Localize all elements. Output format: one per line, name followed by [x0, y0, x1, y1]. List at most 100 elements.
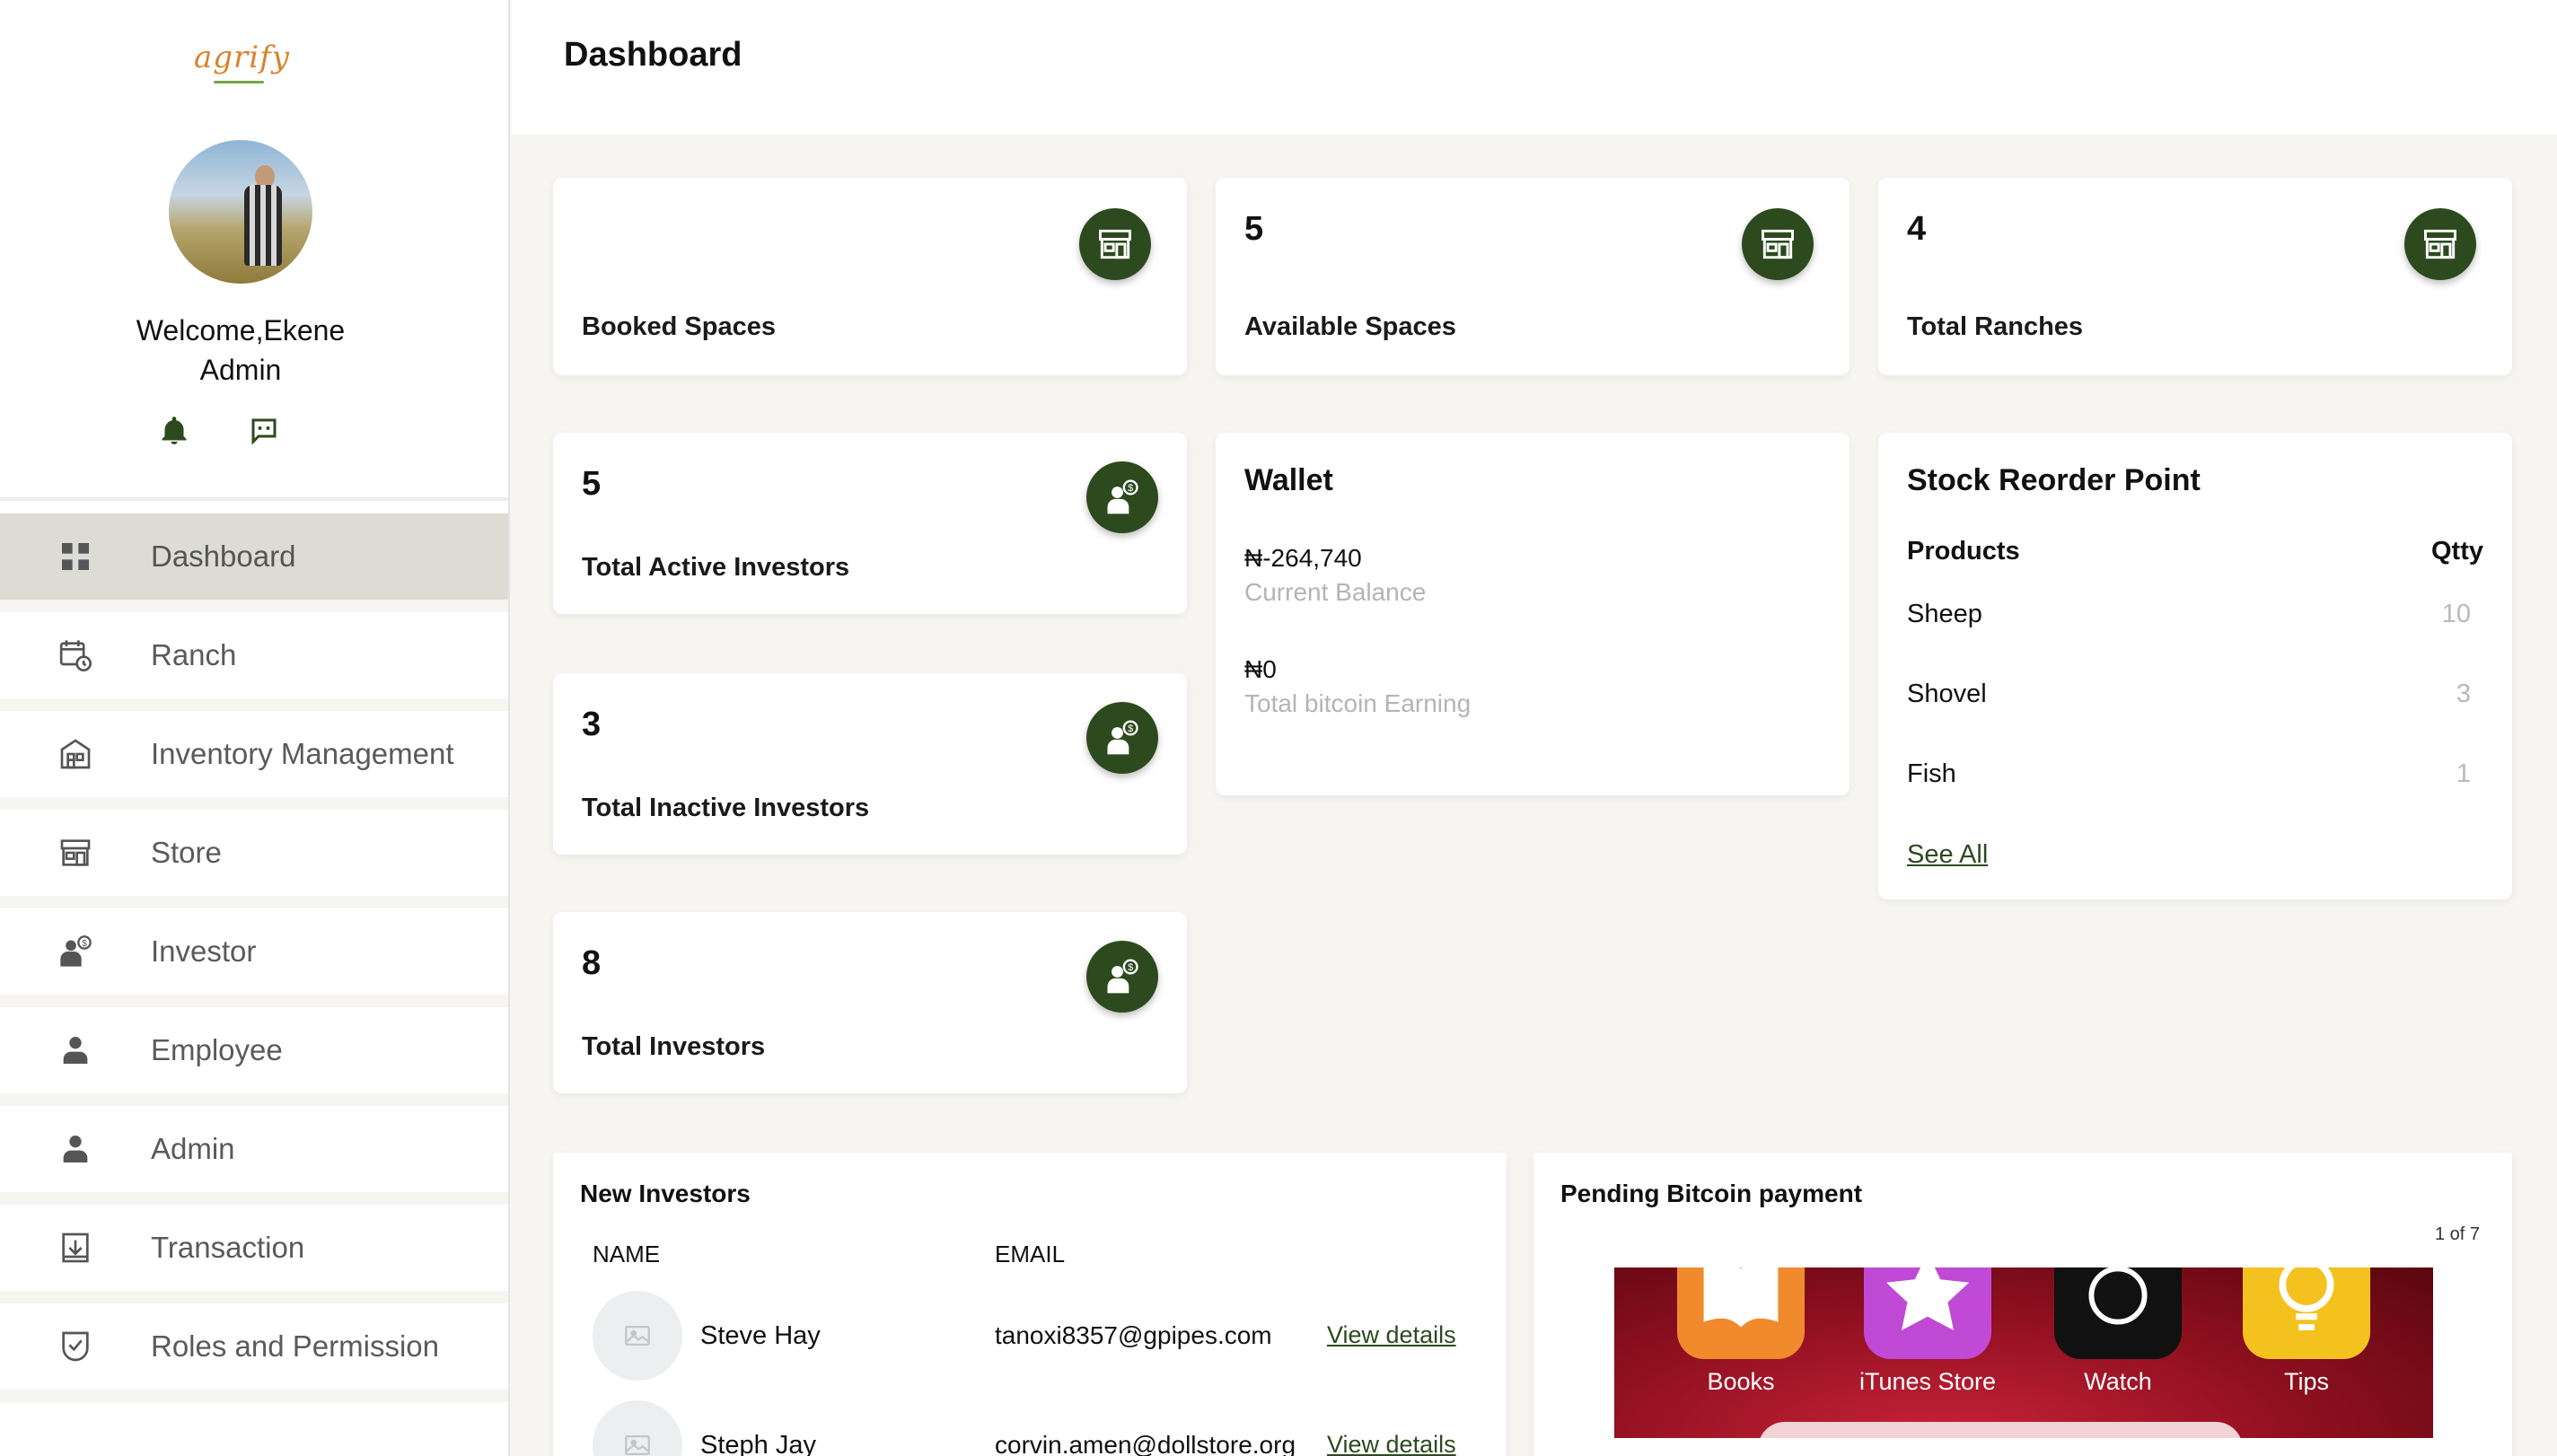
- sidebar: agrify Welcome,Ekene Admin Dashboard Ran…: [0, 0, 510, 1456]
- total-ranches-value: 4: [1907, 210, 1927, 248]
- booked-spaces-label: Booked Spaces: [582, 312, 776, 341]
- available-spaces-value: 5: [1244, 210, 1264, 248]
- sidebar-divider: [0, 497, 508, 501]
- stock-row: Shovel 3: [1907, 680, 2471, 709]
- quick-icons: [158, 415, 280, 447]
- investor-icon: $: [0, 934, 151, 969]
- sidebar-item-inventory-management[interactable]: Inventory Management: [0, 711, 508, 810]
- logo-underline: [214, 81, 264, 83]
- investor-email: tanoxi8357@gpipes.com: [995, 1321, 1272, 1349]
- stock-qty: 1: [2456, 759, 2471, 788]
- investor-icon: $: [1086, 941, 1158, 1013]
- svg-text:$: $: [1128, 962, 1133, 973]
- app-label: Tips: [2283, 1368, 2329, 1395]
- sidebar-item-label: Roles and Permission: [151, 1329, 439, 1363]
- welcome-role: Admin: [199, 354, 282, 386]
- see-all-link[interactable]: See All: [1907, 840, 1988, 870]
- person-icon: [0, 1032, 151, 1068]
- tips-app-icon: [2243, 1267, 2370, 1359]
- sidebar-item-transaction[interactable]: Transaction: [0, 1205, 508, 1303]
- inactive-investors-value: 3: [582, 706, 602, 743]
- wallet-bitcoin-label: Total bitcoin Earning: [1244, 689, 1472, 717]
- stock-product: Shovel: [1907, 680, 1987, 708]
- sidebar-item-label: Dashboard: [151, 539, 296, 573]
- investor-icon: $: [1086, 702, 1158, 774]
- investor-name: Steve Hay: [700, 1321, 821, 1350]
- app-label: Watch: [2084, 1368, 2152, 1395]
- store-icon: [2404, 208, 2476, 280]
- sidebar-item-ranch[interactable]: Ranch: [0, 612, 508, 711]
- sidebar-item-label: Transaction: [151, 1231, 305, 1264]
- active-investors-card[interactable]: 5 $ Total Active Investors: [553, 433, 1187, 614]
- wallet-bitcoin: ₦0: [1244, 655, 1277, 683]
- available-spaces-card[interactable]: 5 Available Spaces: [1216, 178, 1850, 375]
- stock-qty: 10: [2441, 600, 2471, 628]
- pending-bitcoin-title: Pending Bitcoin payment: [1560, 1180, 1863, 1207]
- col-name-header: NAME: [593, 1241, 661, 1267]
- svg-text:$: $: [1128, 724, 1133, 734]
- person-icon: [0, 1131, 151, 1167]
- sidebar-item-label: Store: [151, 836, 222, 869]
- welcome-greeting: Welcome,Ekene: [136, 314, 346, 346]
- stock-row: Sheep 10: [1907, 600, 2471, 629]
- store-icon: [1742, 208, 1814, 280]
- investor-email: corvin.amen@dollstore.org: [995, 1431, 1296, 1456]
- stock-product: Sheep: [1907, 600, 1982, 628]
- stock-qty: 3: [2456, 680, 2471, 708]
- wallet-balance-label: Current Balance: [1244, 578, 1427, 606]
- sidebar-item-roles-and-permission[interactable]: Roles and Permission: [0, 1303, 508, 1402]
- calendar-clock-icon: [0, 637, 151, 673]
- booked-spaces-card[interactable]: Booked Spaces: [553, 178, 1187, 375]
- inactive-investors-label: Total Inactive Investors: [582, 794, 870, 822]
- sidebar-item-dashboard[interactable]: Dashboard: [0, 513, 508, 612]
- table-row: Steph Jay corvin.amen@dollstore.org View…: [553, 1400, 1507, 1456]
- pending-bitcoin-panel: Pending Bitcoin payment 1 of 7 Books iTu…: [1533, 1153, 2512, 1456]
- grid-icon: [0, 539, 151, 575]
- page-indicator: 1 of 7: [2434, 1224, 2480, 1244]
- avatar-person-body: [244, 185, 282, 266]
- sidebar-item-label: Ranch: [151, 638, 237, 671]
- svg-text:$: $: [1128, 483, 1133, 494]
- warehouse-icon: [0, 736, 151, 772]
- watch-app-icon: [2054, 1267, 2182, 1359]
- total-investors-card[interactable]: 8 $ Total Investors: [553, 912, 1187, 1093]
- svg-text:$: $: [82, 939, 87, 949]
- agrify-logo[interactable]: agrify: [194, 39, 290, 93]
- topbar: Dashboard: [512, 0, 2557, 135]
- inactive-investors-card[interactable]: 3 $ Total Inactive Investors: [553, 673, 1187, 855]
- view-details-link[interactable]: View details: [1327, 1321, 1456, 1349]
- store-icon: [0, 835, 151, 871]
- new-investors-panel: New Investors NAME EMAIL Steve Hay tanox…: [553, 1153, 1507, 1456]
- sidebar-item-store[interactable]: Store: [0, 810, 508, 908]
- stock-row: Fish 1: [1907, 759, 2471, 789]
- sidebar-item-employee[interactable]: Employee: [0, 1007, 508, 1106]
- sidebar-item-label: Employee: [151, 1033, 283, 1066]
- store-icon: [1079, 208, 1151, 280]
- stock-product: Fish: [1907, 759, 1956, 788]
- total-investors-value: 8: [582, 944, 602, 982]
- table-row: Steve Hay tanoxi8357@gpipes.com View det…: [553, 1291, 1507, 1390]
- sidebar-item-admin[interactable]: Admin: [0, 1106, 508, 1205]
- investor-name: Steph Jay: [700, 1431, 816, 1456]
- total-investors-label: Total Investors: [582, 1032, 766, 1061]
- welcome-text: Welcome,Ekene Admin: [0, 311, 481, 390]
- sidebar-nav: Dashboard Ranch Inventory Management Sto…: [0, 513, 508, 1402]
- active-investors-label: Total Active Investors: [582, 553, 850, 582]
- bell-icon[interactable]: [158, 415, 190, 447]
- chat-icon[interactable]: [248, 415, 280, 447]
- total-ranches-card[interactable]: 4 Total Ranches: [1878, 178, 2512, 375]
- avatar[interactable]: [169, 140, 312, 284]
- sidebar-item-label: Inventory Management: [151, 737, 454, 770]
- view-details-link[interactable]: View details: [1327, 1431, 1456, 1456]
- sidebar-item-investor[interactable]: $ Investor: [0, 908, 508, 1007]
- shield-check-icon: [0, 1329, 151, 1364]
- available-spaces-label: Available Spaces: [1244, 312, 1456, 341]
- payment-screenshot-preview[interactable]: Books iTunes Store Watch Tips: [1614, 1267, 2433, 1438]
- logo-text: agrify: [194, 39, 290, 75]
- stock-reorder-card: Stock Reorder Point Products Qtty Sheep …: [1878, 433, 2512, 899]
- stock-col-qty: Qtty: [2431, 537, 2483, 566]
- wallet-balance: ₦-264,740: [1244, 544, 1362, 572]
- app-label: iTunes Store: [1858, 1368, 1997, 1395]
- preview-dock: [1758, 1422, 2243, 1438]
- active-investors-value: 5: [582, 465, 602, 503]
